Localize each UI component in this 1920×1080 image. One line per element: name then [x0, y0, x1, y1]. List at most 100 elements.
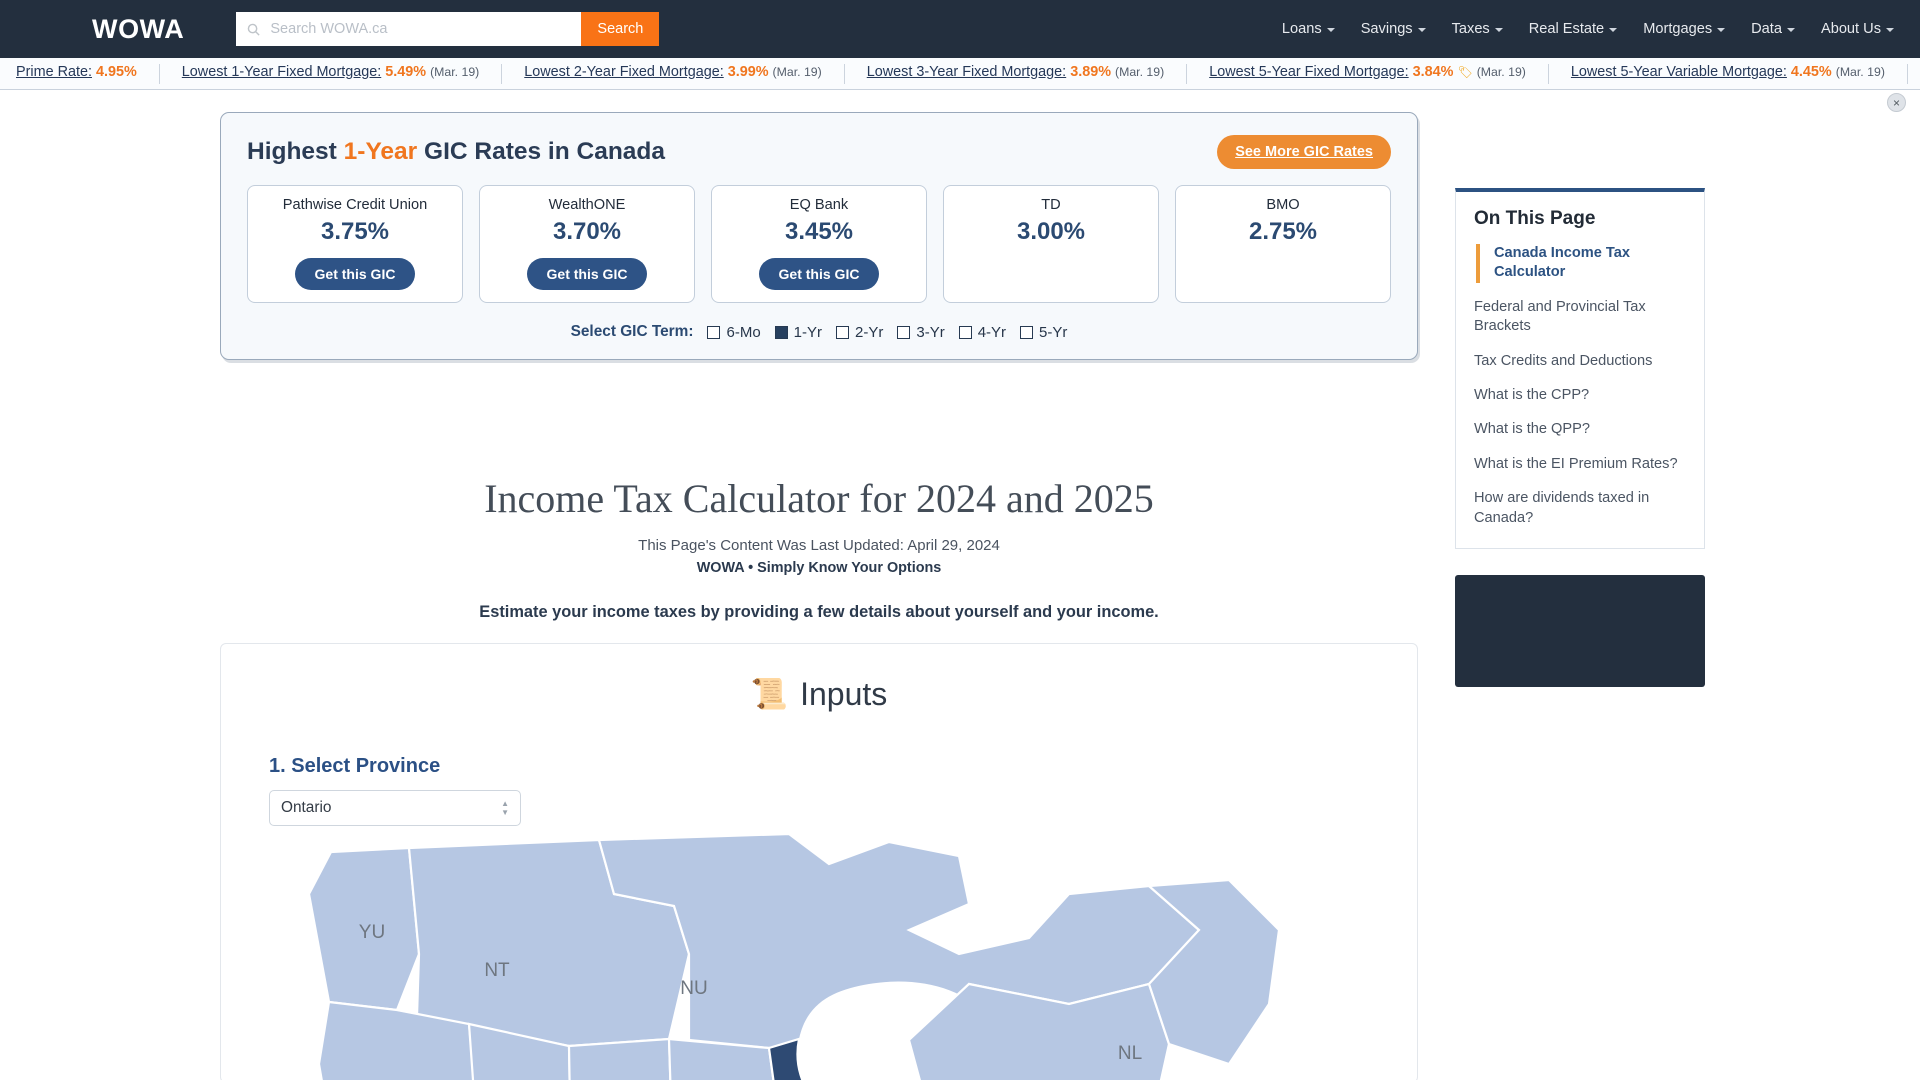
search-input[interactable]: [270, 21, 572, 37]
get-this-gic-button[interactable]: Get this GIC: [758, 258, 880, 290]
gic-card-header: Highest 1-Year GIC Rates in Canada See M…: [247, 135, 1391, 169]
chevron-down-icon: [1609, 28, 1618, 32]
nav-item-about-us[interactable]: About Us: [1821, 21, 1894, 37]
ad-placeholder: [1455, 575, 1705, 688]
get-this-gic-button[interactable]: Get this GIC: [294, 258, 416, 290]
site-tagline: WOWA • Simply Know Your Options: [696, 560, 942, 576]
page-body: Highest 1-Year GIC Rates in Canada See M…: [0, 90, 1920, 1080]
nav-label: Mortgages: [1643, 21, 1713, 37]
toc-item-how-are-dividends-taxed-in-canada[interactable]: How are dividends taxed in Canada?: [1474, 489, 1686, 528]
gic-bank-card[interactable]: Pathwise Credit Union 3.75% Get this GIC: [247, 185, 463, 303]
gic-term-option-4yr[interactable]: 4-Yr: [958, 323, 1007, 341]
on-this-page-panel: On This Page Canada Income Tax Calculato…: [1455, 188, 1705, 550]
page-lede-text: Estimate your income taxes by providing …: [479, 603, 1159, 621]
gic-title-post: GIC Rates in Canada: [417, 138, 666, 165]
toc-item-what-is-the-qpp[interactable]: What is the QPP?: [1474, 420, 1686, 439]
nav-item-data[interactable]: Data: [1751, 21, 1795, 37]
inputs-heading: 📜 Inputs: [221, 644, 1417, 713]
nav-item-mortgages[interactable]: Mortgages: [1643, 21, 1726, 37]
ticker-value: 3.99%: [727, 63, 769, 80]
gic-bank-name: BMO: [1266, 197, 1300, 213]
search-button[interactable]: Search: [581, 12, 660, 46]
toc-item-federal-and-provincial-tax-brackets[interactable]: Federal and Provincial Tax Brackets: [1474, 298, 1686, 337]
get-this-gic-button[interactable]: Get this GIC: [526, 258, 648, 290]
nav-item-loans[interactable]: Loans: [1282, 21, 1335, 37]
select-stepper-icon: ▲ ▼: [501, 799, 509, 817]
gic-bank-card[interactable]: TD 3.00%: [943, 185, 1159, 303]
ticker-item[interactable]: Lowest 3-Year Fixed Mortgage: 3.89% (Mar…: [845, 63, 1188, 84]
gic-bank-name: WealthONE: [548, 197, 626, 213]
gic-term-option-1yr[interactable]: 1-Yr: [774, 323, 823, 341]
gic-term-selector: Select GIC Term: 6-Mo 1-Yr 2-Yr 3-Yr 4-Y…: [247, 323, 1391, 341]
ticker-date: (Mar. 19): [430, 64, 480, 79]
gic-bank-card[interactable]: BMO 2.75%: [1175, 185, 1391, 303]
gic-term-option-3yr[interactable]: 3-Yr: [897, 323, 945, 341]
right-rail: On This Page Canada Income Tax Calculato…: [1455, 188, 1705, 688]
map-label-NT: NT: [484, 960, 510, 981]
ticker-item[interactable]: Lowest 2-Year Fixed Mortgage: 3.99% (Mar…: [502, 63, 845, 84]
ticker-label: Lowest 1-Year Fixed Mortgage:: [181, 63, 382, 80]
scroll-icon: 📜: [750, 677, 789, 711]
search-box[interactable]: [236, 12, 582, 46]
gic-bank-rate: 3.70%: [552, 218, 622, 245]
nav-label: Data: [1751, 21, 1782, 37]
toc-item-what-is-the-cpp[interactable]: What is the CPP?: [1474, 386, 1686, 405]
ticker-item[interactable]: Lowest 1-Year Fixed Mortgage: 5.49% (Mar…: [160, 63, 503, 84]
ticker-item[interactable]: Lowest 5-Year Fixed Mortgage: 3.84% 🏷 (M…: [1187, 63, 1549, 84]
term-label: 1-Yr: [793, 323, 823, 341]
canada-map-svg[interactable]: YU NT NU NL BC AB SK MB QC PE: [269, 834, 1369, 1080]
term-label: 3-Yr: [916, 323, 945, 341]
nav-item-savings[interactable]: Savings: [1361, 21, 1426, 37]
chevron-down-icon: [1417, 28, 1426, 32]
gic-card-title: Highest 1-Year GIC Rates in Canada: [247, 138, 665, 166]
top-navigation-bar: WOWA Search Loans Savings Taxes Real Est…: [0, 0, 1920, 58]
gic-bank-rate: 3.45%: [784, 218, 854, 245]
gic-bank-name: EQ Bank: [789, 197, 849, 213]
search-bar: Search: [236, 12, 660, 46]
rates-ticker-bar: Prime Rate: 4.95% Lowest 1-Year Fixed Mo…: [0, 58, 1920, 90]
gic-bank-card[interactable]: WealthONE 3.70% Get this GIC: [479, 185, 695, 303]
nav-item-taxes[interactable]: Taxes: [1452, 21, 1503, 37]
map-label-NL: NL: [1118, 1043, 1142, 1064]
checkbox-icon[interactable]: [707, 325, 721, 339]
canada-province-map[interactable]: YU NT NU NL BC AB SK MB QC PE: [269, 834, 1369, 1080]
gic-title-pre: Highest: [247, 138, 344, 165]
site-logo[interactable]: WOWA: [92, 14, 184, 45]
ticker-item[interactable]: Prime Rate: 4.95%: [0, 63, 160, 84]
checkbox-icon[interactable]: [1020, 325, 1034, 339]
ticker-label: Prime Rate:: [16, 63, 92, 80]
ticker-date: (Mar. 19): [1835, 64, 1885, 79]
gic-term-option-2yr[interactable]: 2-Yr: [836, 324, 883, 341]
gic-rates-promo-card: Highest 1-Year GIC Rates in Canada See M…: [220, 112, 1418, 360]
search-icon: [248, 23, 261, 36]
toc-item-canada-income-tax-calculator[interactable]: Canada Income Tax Calculator: [1476, 244, 1686, 283]
checkbox-icon[interactable]: [958, 325, 972, 339]
toc-item-tax-credits-and-deductions[interactable]: Tax Credits and Deductions: [1474, 352, 1686, 371]
checkbox-icon[interactable]: [897, 325, 911, 339]
page-title: Income Tax Calculator for 2024 and 2025: [484, 476, 1154, 521]
gic-term-option-5yr[interactable]: 5-Yr: [1020, 324, 1067, 341]
ticker-value: 3.89%: [1070, 63, 1111, 80]
term-label: 4-Yr: [977, 323, 1007, 341]
checkbox-checked-icon[interactable]: [774, 325, 788, 339]
on-this-page-title: On This Page: [1474, 208, 1596, 229]
gic-bank-rate: 2.75%: [1248, 218, 1318, 245]
nav-label: Real Estate: [1528, 21, 1605, 37]
chevron-down-icon: [1326, 28, 1335, 32]
ticker-value: 3.84%: [1412, 63, 1454, 80]
close-icon[interactable]: ×: [1887, 93, 1906, 112]
checkbox-icon[interactable]: [836, 325, 850, 339]
ticker-item[interactable]: Lowest 5-Year Variable Mortgage: 4.45% (…: [1549, 63, 1908, 84]
toc-item-what-is-the-ei-premium-rates[interactable]: What is the EI Premium Rates?: [1474, 455, 1686, 474]
gic-bank-name: TD: [1041, 197, 1061, 213]
gic-bank-name: Pathwise Credit Union: [282, 197, 428, 213]
map-label-NU: NU: [680, 978, 707, 999]
see-more-gic-rates-button[interactable]: See More GIC Rates: [1217, 135, 1391, 169]
nav-item-real-estate[interactable]: Real Estate: [1528, 21, 1618, 37]
gic-bank-card[interactable]: EQ Bank 3.45% Get this GIC: [711, 185, 927, 303]
nav-label: Taxes: [1451, 21, 1490, 37]
ticker-label: Lowest 2-Year Fixed Mortgage:: [524, 63, 724, 80]
gic-term-option-6mo[interactable]: 6-Mo: [707, 324, 761, 341]
province-select[interactable]: Ontario ▲ ▼: [269, 790, 521, 826]
nav-label: Savings: [1360, 21, 1413, 37]
